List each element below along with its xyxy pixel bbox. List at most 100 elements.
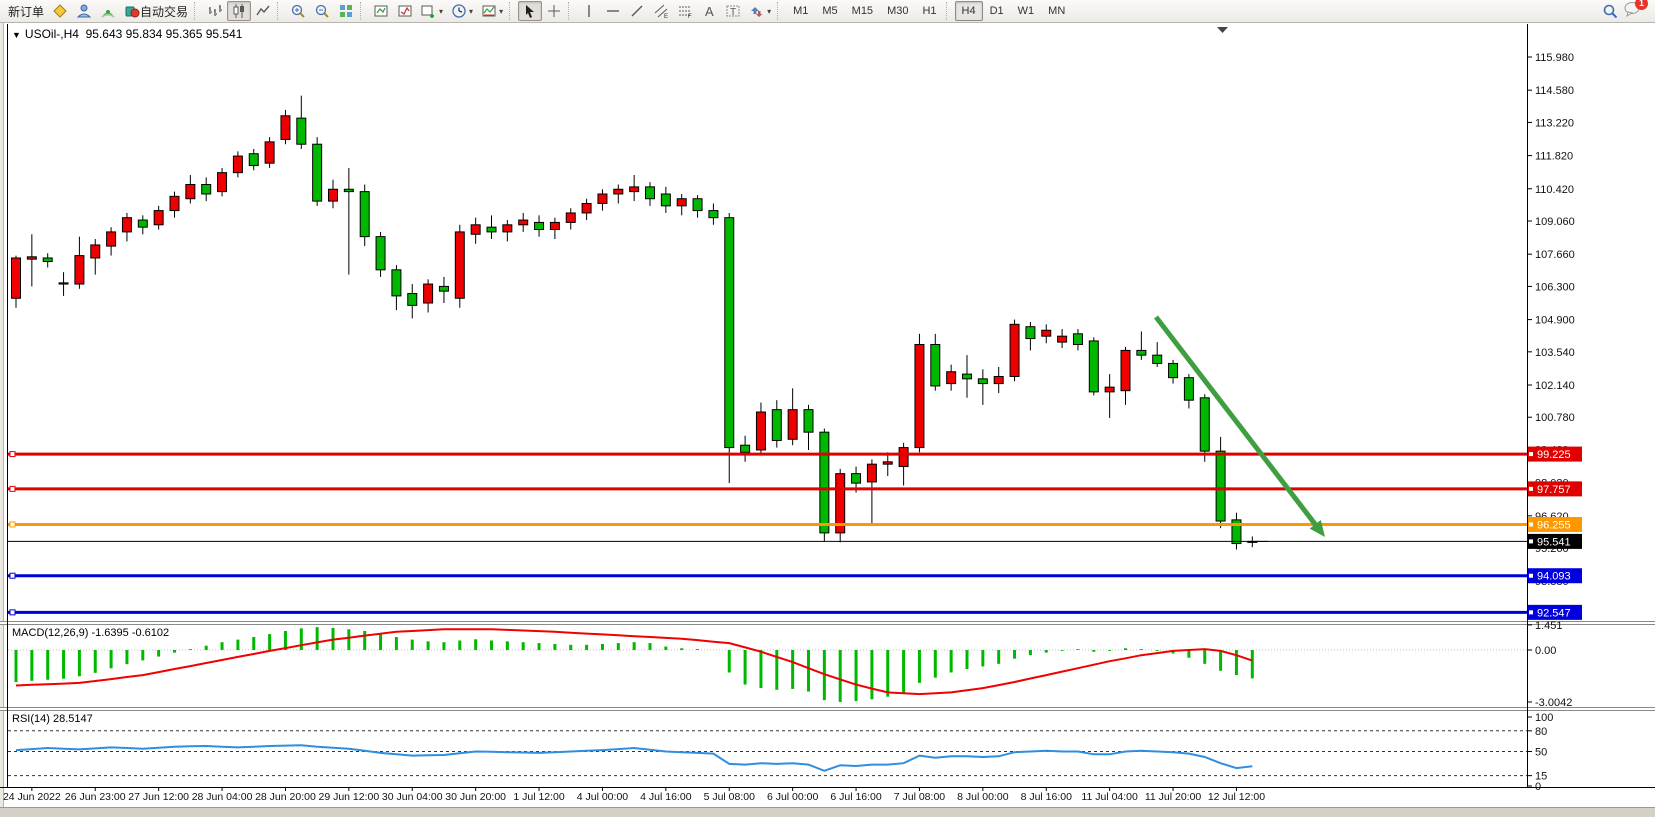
candlestick-chart-button[interactable] xyxy=(227,1,251,21)
svg-text:11 Jul 04:00: 11 Jul 04:00 xyxy=(1081,791,1138,803)
toolbar-separator xyxy=(360,2,367,20)
toolbar-separator xyxy=(194,2,201,20)
trendline-icon xyxy=(629,3,645,19)
svg-text:80: 80 xyxy=(1535,726,1547,738)
svg-text:5 Jul 08:00: 5 Jul 08:00 xyxy=(704,791,756,803)
chevron-down-icon: ▾ xyxy=(439,7,443,16)
vertical-line-icon xyxy=(581,3,597,19)
autotrading-button[interactable]: 自动交易 xyxy=(120,1,192,21)
arrows-button[interactable]: ▾ xyxy=(745,1,775,21)
svg-text:E: E xyxy=(664,14,668,19)
chart-symbol-period: USOil-,H4 xyxy=(25,27,79,41)
svg-text:0.00: 0.00 xyxy=(1535,645,1556,657)
indicator-list-icon xyxy=(397,3,413,19)
toolbar-separator xyxy=(568,2,575,20)
search-button[interactable] xyxy=(1598,1,1623,21)
timeframe-button-H4[interactable]: H4 xyxy=(955,1,983,21)
bar-chart-icon xyxy=(207,3,223,19)
timeframe-button-W1[interactable]: W1 xyxy=(1011,1,1042,21)
zoom-out-icon xyxy=(314,3,330,19)
svg-text:11 Jul 20:00: 11 Jul 20:00 xyxy=(1145,791,1202,803)
templates-button[interactable]: ▾ xyxy=(477,1,507,21)
svg-text:104.900: 104.900 xyxy=(1535,315,1575,327)
chart-canvas[interactable]: 115.980114.580113.220111.820110.420109.0… xyxy=(0,0,1655,817)
main-toolbar: 新订单 自动交易 xyxy=(0,0,1655,23)
bar-chart-button[interactable] xyxy=(203,1,227,21)
cursor-button[interactable] xyxy=(518,1,542,21)
svg-text:102.140: 102.140 xyxy=(1535,380,1575,392)
svg-text:100.780: 100.780 xyxy=(1535,412,1575,424)
add-indicator-button[interactable]: ▾ xyxy=(417,1,447,21)
arrows-icon xyxy=(749,3,765,19)
svg-text:6 Jul 16:00: 6 Jul 16:00 xyxy=(830,791,882,803)
cursor-icon xyxy=(522,3,538,19)
svg-text:30 Jun 04:00: 30 Jun 04:00 xyxy=(382,791,443,803)
svg-text:-3.0042: -3.0042 xyxy=(1535,697,1572,709)
profile-button[interactable] xyxy=(72,1,96,21)
toolbar-separator xyxy=(777,2,784,20)
fibonacci-icon: F xyxy=(677,3,693,19)
window-bottom-frame xyxy=(0,807,1655,817)
gold-diamond-icon[interactable] xyxy=(48,1,72,21)
tile-windows-button[interactable] xyxy=(334,1,358,21)
svg-text:111.820: 111.820 xyxy=(1535,151,1573,163)
channel-icon: E xyxy=(653,3,669,19)
search-icon xyxy=(1602,3,1619,20)
svg-text:0: 0 xyxy=(1535,781,1541,793)
text-button[interactable]: A xyxy=(697,1,721,21)
zoom-out-button[interactable] xyxy=(310,1,334,21)
timeframe-button-M15[interactable]: M15 xyxy=(845,1,880,21)
notification-badge: 1 xyxy=(1635,0,1648,10)
indicator-window-button[interactable] xyxy=(369,1,393,21)
svg-text:110.420: 110.420 xyxy=(1535,184,1574,196)
svg-text:1.451: 1.451 xyxy=(1535,620,1563,632)
svg-text:A: A xyxy=(705,4,714,19)
line-chart-button[interactable] xyxy=(251,1,275,21)
chevron-down-icon: ▾ xyxy=(469,7,473,16)
svg-text:4 Jul 00:00: 4 Jul 00:00 xyxy=(577,791,629,803)
equidistant-channel-button[interactable]: E xyxy=(649,1,673,21)
svg-text:6 Jul 00:00: 6 Jul 00:00 xyxy=(767,791,819,803)
text-label-icon: T xyxy=(725,3,741,19)
svg-text:28 Jun 04:00: 28 Jun 04:00 xyxy=(192,791,253,803)
chart-ohlc-values: 95.643 95.834 95.365 95.541 xyxy=(86,27,243,41)
svg-text:109.060: 109.060 xyxy=(1535,216,1575,228)
signals-button[interactable] xyxy=(96,1,120,21)
svg-text:1 Jul 12:00: 1 Jul 12:00 xyxy=(513,791,565,803)
fibonacci-button[interactable]: F xyxy=(673,1,697,21)
autotrading-icon xyxy=(124,3,140,19)
timeframe-button-H1[interactable]: H1 xyxy=(915,1,943,21)
timeframe-button-M1[interactable]: M1 xyxy=(786,1,815,21)
horizontal-line-icon xyxy=(605,3,621,19)
svg-text:8 Jul 00:00: 8 Jul 00:00 xyxy=(957,791,1009,803)
chart-title: ▼ USOil-,H4 95.643 95.834 95.365 95.541 xyxy=(12,27,242,41)
zoom-in-icon xyxy=(290,3,306,19)
person-icon xyxy=(76,3,92,19)
macd-indicator-label: MACD(12,26,9) -1.6395 -0.6102 xyxy=(12,627,169,639)
text-label-button[interactable]: T xyxy=(721,1,745,21)
svg-text:4 Jul 16:00: 4 Jul 16:00 xyxy=(640,791,692,803)
trendline-button[interactable] xyxy=(625,1,649,21)
svg-text:96.255: 96.255 xyxy=(1537,519,1571,531)
horizontal-line-button[interactable] xyxy=(601,1,625,21)
timeframe-button-MN[interactable]: MN xyxy=(1041,1,1072,21)
svg-text:115.980: 115.980 xyxy=(1535,52,1574,64)
timeframe-toolbar: M1M5M15M30H1 H4D1W1MN xyxy=(786,1,1072,21)
notifications-button[interactable]: 1 xyxy=(1623,1,1641,22)
chevron-down-icon: ▾ xyxy=(499,7,503,16)
text-icon: A xyxy=(701,3,717,19)
toolbar-separator xyxy=(509,2,516,20)
vertical-line-button[interactable] xyxy=(577,1,601,21)
new-order-button[interactable]: 新订单 xyxy=(4,1,48,21)
zoom-in-button[interactable] xyxy=(286,1,310,21)
periods-button[interactable]: ▾ xyxy=(447,1,477,21)
template-icon xyxy=(481,3,497,19)
indicator-list-button[interactable] xyxy=(393,1,417,21)
timeframe-button-M5[interactable]: M5 xyxy=(815,1,844,21)
crosshair-button[interactable] xyxy=(542,1,566,21)
svg-text:114.580: 114.580 xyxy=(1535,85,1574,97)
timeframe-button-M30[interactable]: M30 xyxy=(880,1,915,21)
timeframe-button-D1[interactable]: D1 xyxy=(983,1,1011,21)
chevron-down-icon: ▼ xyxy=(12,30,21,40)
svg-text:12 Jul 12:00: 12 Jul 12:00 xyxy=(1208,791,1265,803)
